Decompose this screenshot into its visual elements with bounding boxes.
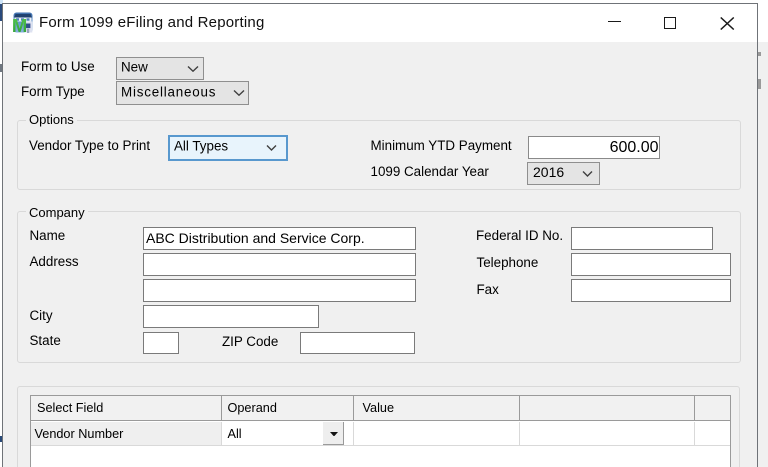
svg-text:M: M bbox=[13, 15, 27, 33]
